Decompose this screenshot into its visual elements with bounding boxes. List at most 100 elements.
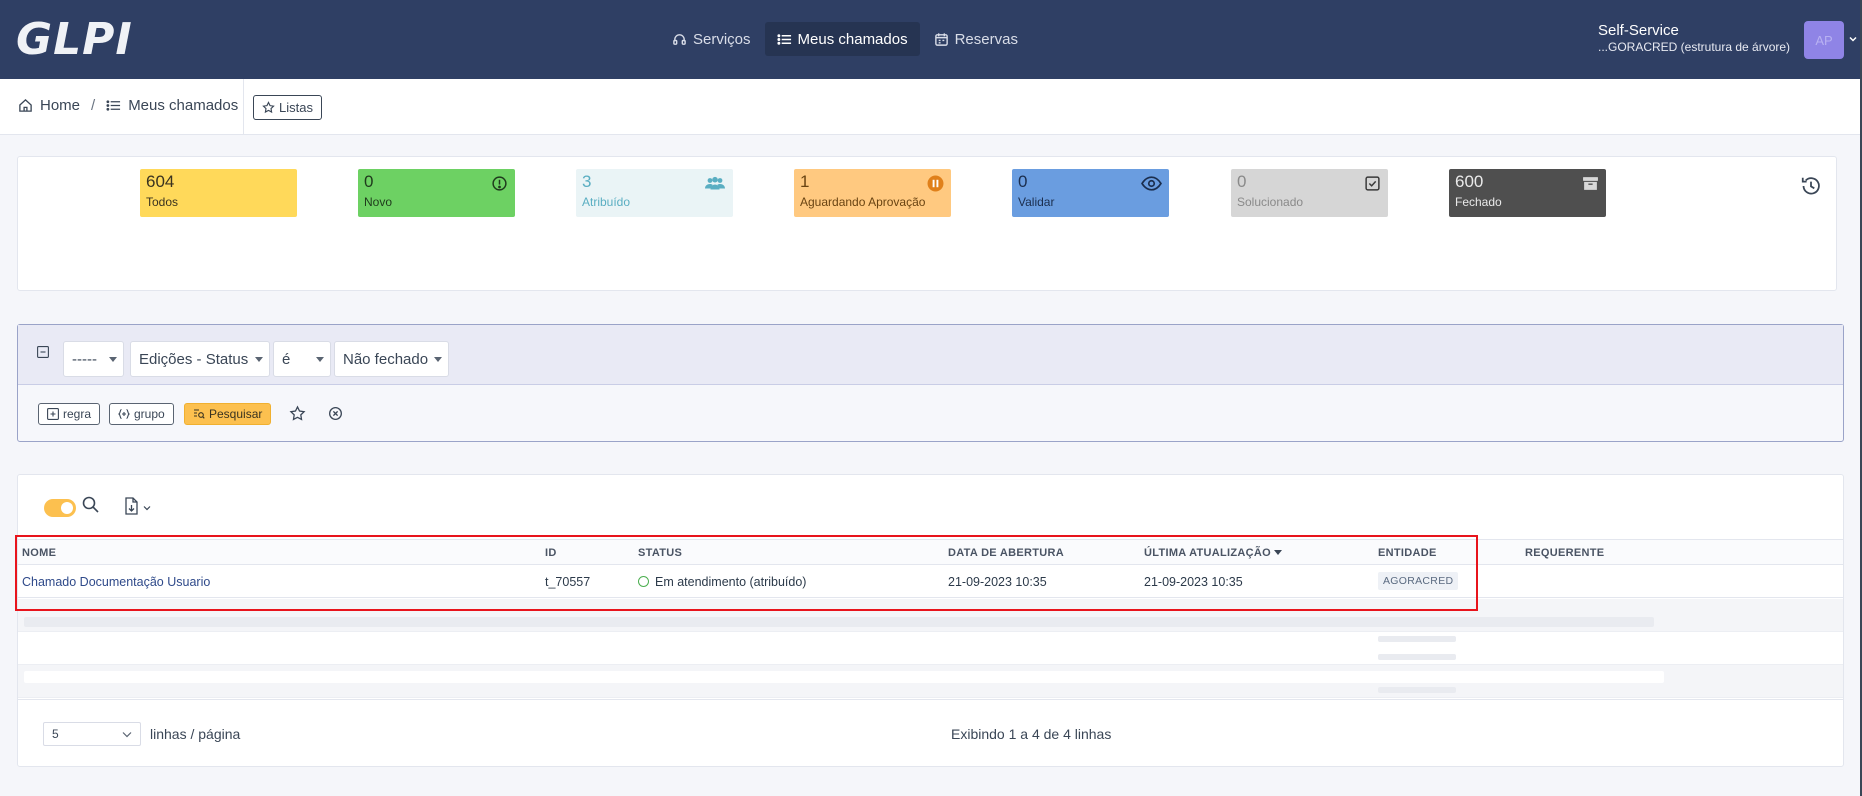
sort-desc-icon <box>1274 550 1282 555</box>
card-label: Fechado <box>1455 194 1502 209</box>
blurred-row <box>18 665 1843 698</box>
pagination-bar: 5 linhas / página Exibindo 1 a 4 de 4 li… <box>18 699 1843 766</box>
table-header: NOME ID STATUS DATA DE ABERTURA ÚLTIMA A… <box>18 539 1843 565</box>
profile-entity: ...GORACRED (estrutura de árvore) <box>1598 40 1791 54</box>
rows-per-page-select[interactable]: 5 <box>43 722 141 746</box>
card-count: 1 <box>800 172 810 191</box>
chevron-down-icon[interactable] <box>143 505 151 511</box>
add-group-button[interactable]: grupo <box>109 403 174 425</box>
top-header: GLPI Serviços Meus chamados Reservas Sel… <box>0 0 1862 79</box>
select-value: ----- <box>72 350 97 368</box>
status-card-fechado[interactable]: 600 Fechado <box>1449 169 1606 217</box>
search-toggle-switch[interactable] <box>44 499 76 517</box>
card-label: Novo <box>364 194 393 209</box>
star-icon[interactable] <box>289 405 306 422</box>
profile-name: Self-Service <box>1598 22 1679 39</box>
status-card-todos[interactable]: 604 Todos <box>140 169 297 217</box>
check-square-icon <box>1365 176 1380 191</box>
nav-item-label: Serviços <box>693 30 751 48</box>
status-card-aguardando-aprovacao[interactable]: 1 Aguardando Aprovação <box>794 169 951 217</box>
search-button-label: Pesquisar <box>209 407 263 421</box>
column-header-ultima-atualizacao[interactable]: ÚLTIMA ATUALIZAÇÃO <box>1144 547 1282 559</box>
blurred-content <box>24 617 1654 627</box>
list-icon <box>776 33 791 45</box>
column-header-entidade[interactable]: ENTIDADE <box>1378 547 1437 559</box>
criteria-item-select[interactable]: Edições - Status <box>130 341 270 377</box>
rows-per-page-label: linhas / página <box>150 726 241 742</box>
nav-item-meus-chamados[interactable]: Meus chamados <box>764 22 920 56</box>
add-rule-button[interactable]: regra <box>38 403 101 425</box>
status-cards-panel: 604 Todos 0 Novo 3 Atribuído 1 Aguardand… <box>17 156 1837 291</box>
blurred-content <box>24 671 1664 683</box>
group-braces-icon <box>118 408 130 420</box>
breadcrumb-home[interactable]: Home <box>40 97 80 114</box>
column-header-data-abertura[interactable]: DATA DE ABERTURA <box>948 547 1064 559</box>
select-value: é <box>282 350 291 368</box>
nav-item-label: Meus chamados <box>797 30 908 48</box>
collapse-icon[interactable] <box>37 346 49 358</box>
divider <box>243 79 244 134</box>
export-file-icon[interactable] <box>123 497 139 515</box>
chevron-down-icon[interactable] <box>1848 34 1858 44</box>
card-label: Todos <box>146 194 179 209</box>
card-count: 0 <box>364 172 374 191</box>
entity-badge: AGORACRED <box>1378 572 1459 590</box>
ticket-status-text: Em atendimento (atribuído) <box>655 575 807 589</box>
chevron-down-icon <box>122 732 132 738</box>
value-select[interactable]: Não fechado <box>334 341 449 377</box>
ticket-id: t_70557 <box>545 575 591 589</box>
search-icon[interactable] <box>81 495 101 515</box>
breadcrumb-current[interactable]: Meus chamados <box>128 97 238 114</box>
lists-button[interactable]: Listas <box>253 95 322 120</box>
column-header-nome[interactable]: NOME <box>22 547 56 559</box>
add-group-label: grupo <box>134 407 165 421</box>
nav-item-servicos[interactable]: Serviços <box>660 22 763 56</box>
select-value: 5 <box>52 727 59 741</box>
caret-down-icon <box>109 357 117 362</box>
list-icon <box>106 100 121 111</box>
reset-circle-icon[interactable] <box>327 405 344 422</box>
profile-info[interactable]: Self-Service ...GORACRED (estrutura de á… <box>1598 22 1790 54</box>
avatar[interactable]: AP <box>1804 21 1844 59</box>
card-label: Validar <box>1018 194 1055 209</box>
table-row[interactable]: Chamado Documentação Usuario t_70557 Em … <box>18 565 1843 598</box>
search-button[interactable]: Pesquisar <box>184 403 272 425</box>
breadcrumb: Home / Meus chamados <box>18 97 238 114</box>
pause-icon <box>927 175 944 192</box>
main-nav: Serviços Meus chamados Reservas <box>660 22 1030 56</box>
card-label: Atribuído <box>582 194 631 209</box>
nav-item-reservas[interactable]: Reservas <box>922 22 1030 56</box>
blurred-row <box>18 632 1843 665</box>
column-header-status[interactable]: STATUS <box>638 547 682 559</box>
select-value: Edições - Status <box>139 350 249 368</box>
card-count: 0 <box>1237 172 1247 191</box>
breadcrumb-bar: Home / Meus chamados Listas <box>0 79 1862 135</box>
home-icon <box>19 98 32 112</box>
users-icon <box>705 176 725 190</box>
add-rule-label: regra <box>63 407 92 421</box>
status-assigned-icon <box>638 576 649 587</box>
card-label: Aguardando Aprovação <box>800 194 926 209</box>
ticket-name-link[interactable]: Chamado Documentação Usuario <box>22 575 210 589</box>
history-icon[interactable] <box>1800 175 1822 197</box>
star-icon <box>262 101 275 114</box>
operator-select[interactable]: é <box>273 341 331 377</box>
criteria-field-select[interactable]: ----- <box>63 341 124 377</box>
status-card-atribuido[interactable]: 3 Atribuído <box>576 169 733 217</box>
status-card-solucionado[interactable]: 0 Solucionado <box>1231 169 1388 217</box>
column-header-requerente[interactable]: REQUERENTE <box>1525 547 1604 559</box>
column-header-id[interactable]: ID <box>545 547 557 559</box>
ticket-updated-date: 21-09-2023 10:35 <box>1144 575 1243 589</box>
status-card-validar[interactable]: 0 Validar <box>1012 169 1169 217</box>
column-header-label: ÚLTIMA ATUALIZAÇÃO <box>1144 547 1271 559</box>
headset-icon <box>673 33 686 45</box>
criteria-row: ----- Edições - Status é Não fechado <box>18 325 1843 385</box>
blurred-content <box>1378 654 1456 660</box>
ticket-opened-date: 21-09-2023 10:35 <box>948 575 1047 589</box>
archive-icon <box>1583 177 1598 190</box>
glpi-logo[interactable]: GLPI <box>16 14 133 65</box>
card-count: 604 <box>146 172 175 191</box>
eye-icon <box>1141 176 1162 191</box>
status-card-novo[interactable]: 0 Novo <box>358 169 515 217</box>
search-list-icon <box>194 409 205 419</box>
